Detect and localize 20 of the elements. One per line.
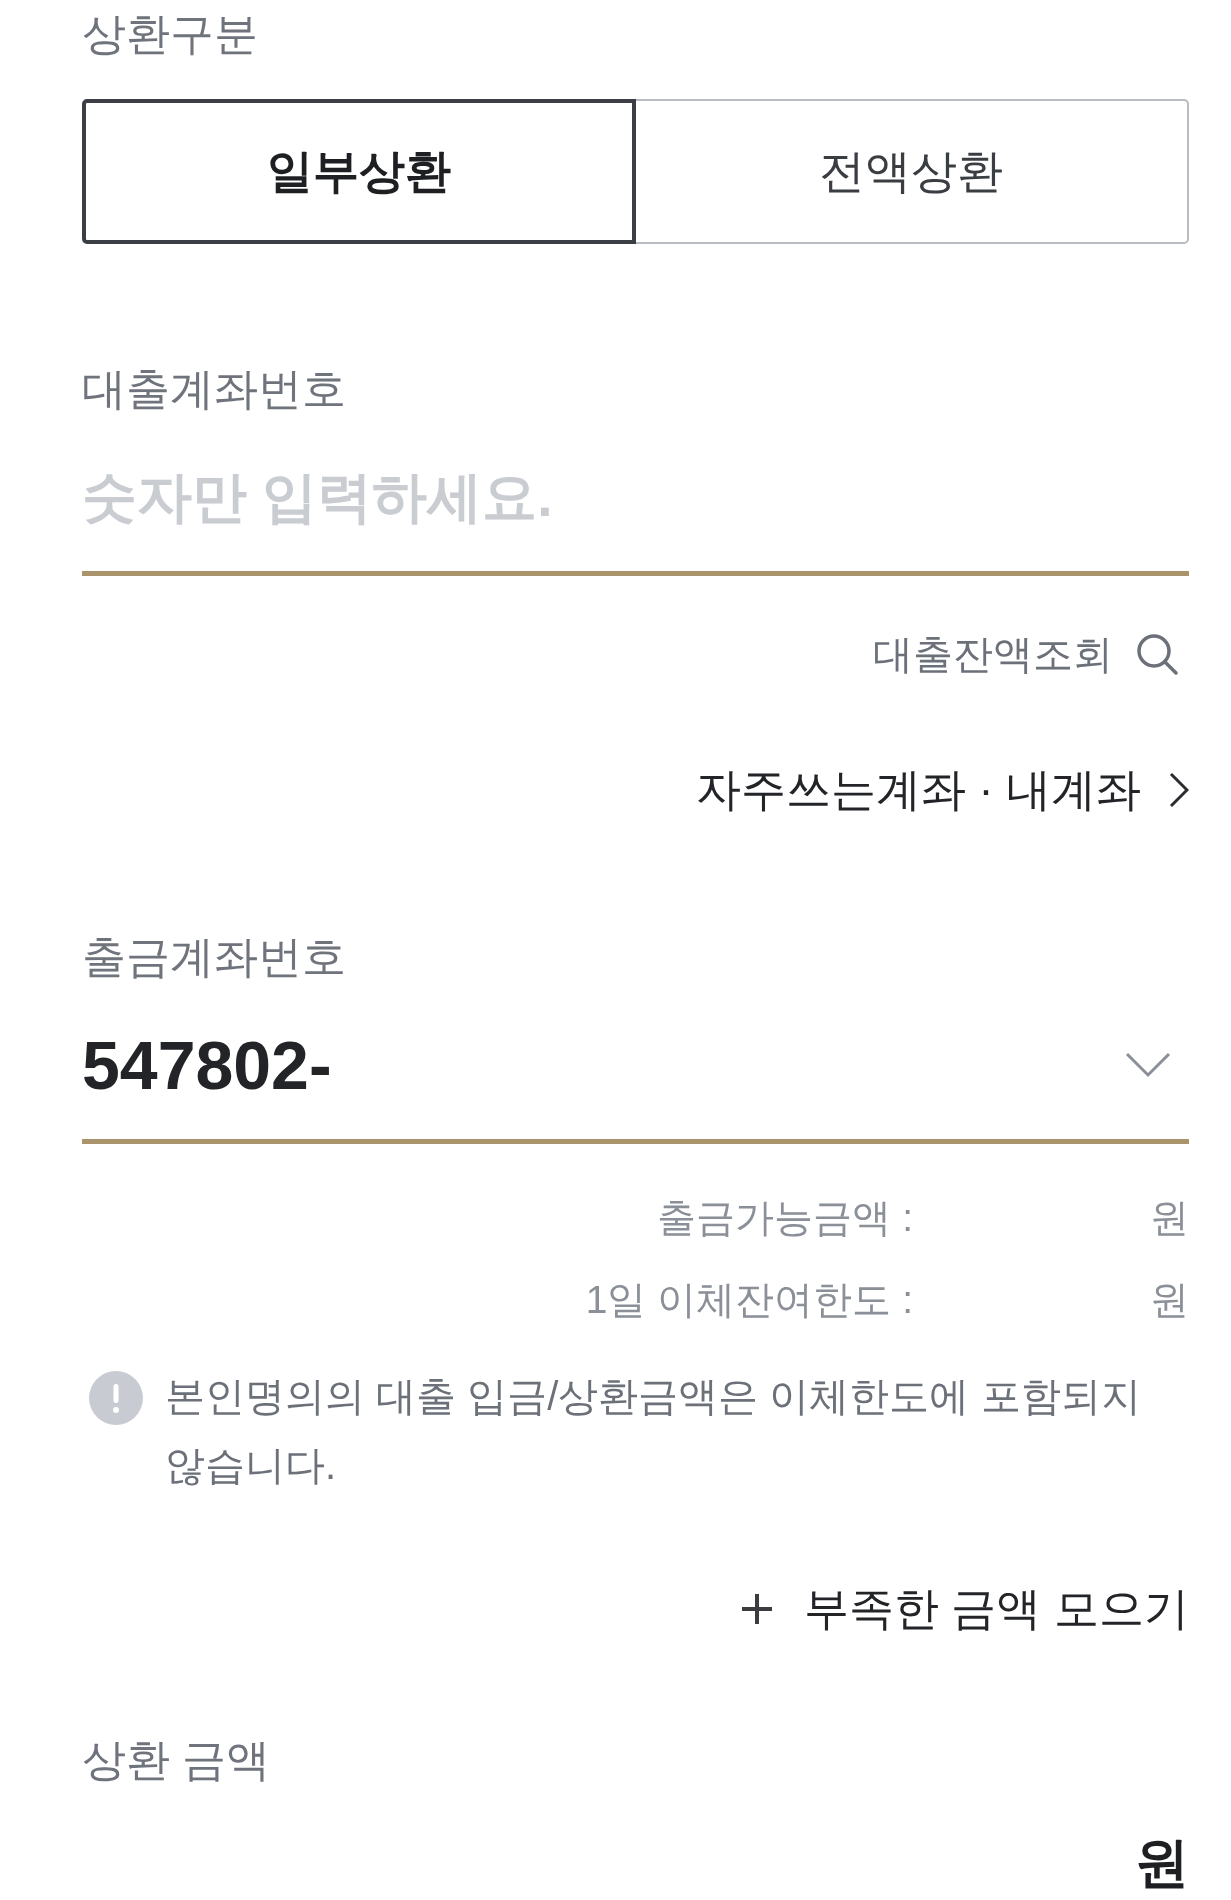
plus-icon xyxy=(740,1592,774,1626)
chevron-down-icon xyxy=(1125,1052,1171,1078)
field-label: 대출계좌번호 xyxy=(82,363,346,415)
account-link[interactable]: 자주쓰는계좌 · 내계좌 xyxy=(696,759,1189,821)
limit-label: 1일 이체잔여한도 : xyxy=(585,1277,913,1323)
field-label: 상환 금액 xyxy=(82,1734,271,1786)
currency-unit: 원 xyxy=(1150,1277,1189,1323)
collect-shortfall-button[interactable]: 부족한 금액 모으기 xyxy=(740,1578,1189,1640)
balance-lookup-link[interactable]: 대출잔액조회 xyxy=(873,626,1113,682)
currency-unit: 원 xyxy=(1135,1831,1189,1894)
field-label: 출금계좌번호 xyxy=(82,931,346,983)
segment-tab[interactable]: 일부상환 xyxy=(82,99,636,244)
account-select[interactable]: 547802- xyxy=(82,991,1189,1144)
search-icon[interactable] xyxy=(1135,632,1179,676)
field-label: 상환구분 xyxy=(82,8,258,60)
notice-text: 본인명의의 대출 입금/상환금액은 이체한도에 포함되지 않습니다. xyxy=(165,1373,1142,1489)
chevron-right-icon xyxy=(1169,772,1189,808)
limit-label: 출금가능금액 : xyxy=(657,1195,913,1241)
currency-unit: 원 xyxy=(1150,1195,1189,1241)
exclamation-icon xyxy=(88,1370,144,1426)
